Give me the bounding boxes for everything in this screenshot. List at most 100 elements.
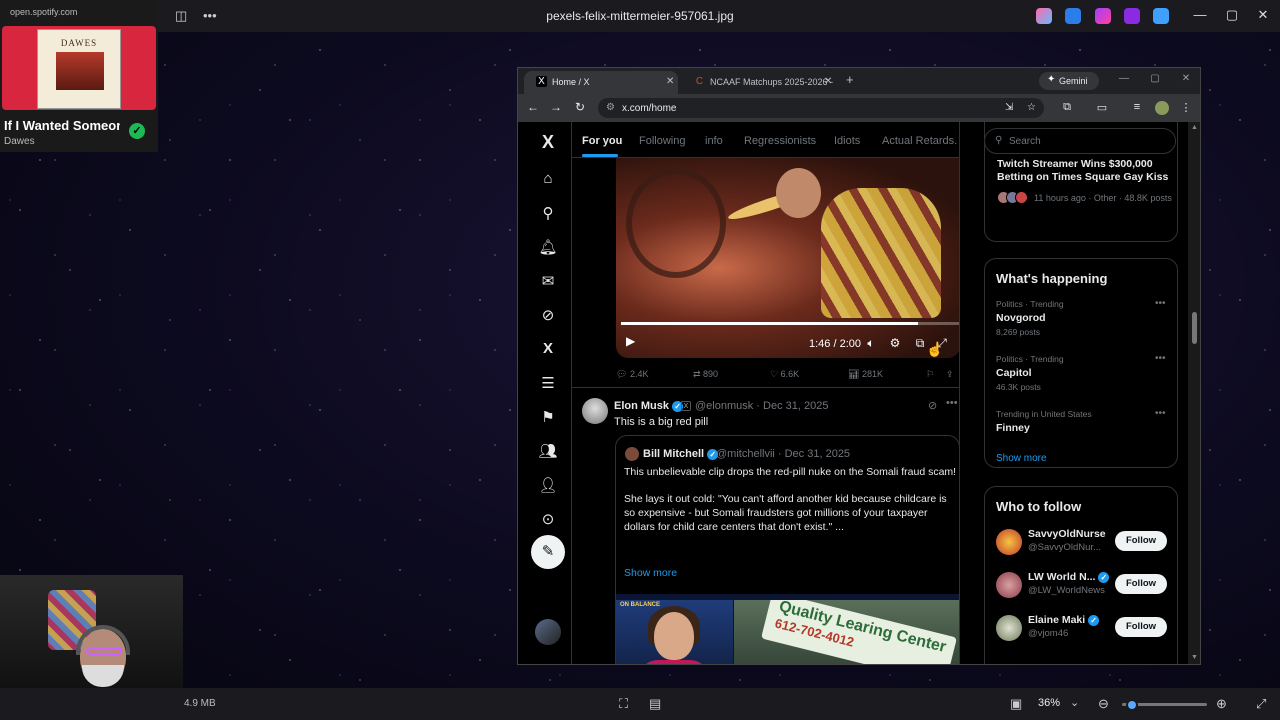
- quoted-tweet[interactable]: Bill Mitchell ✓ @mitchellvii · Dec 31, 2…: [615, 435, 959, 664]
- play-icon[interactable]: ▶: [626, 334, 635, 348]
- app-tray-icon[interactable]: [1095, 8, 1111, 24]
- actual-size-icon[interactable]: ▣: [1010, 696, 1022, 712]
- more-icon[interactable]: ⊙: [538, 510, 558, 528]
- address-bar[interactable]: ⚙ x.com/home ⇲ ☆: [598, 98, 1044, 118]
- follow-button[interactable]: Follow: [1115, 574, 1167, 594]
- home-icon[interactable]: ⌂: [538, 170, 558, 187]
- app-tray-icon[interactable]: [1153, 8, 1169, 24]
- volume-icon[interactable]: 🔈︎: [863, 336, 879, 351]
- forward-icon[interactable]: →: [548, 100, 564, 114]
- quote-video[interactable]: ON BALANCE Quality Learing Center 612-70…: [616, 594, 959, 664]
- tab-info[interactable]: info: [705, 135, 723, 147]
- search-icon[interactable]: ⚲: [538, 204, 558, 222]
- show-more-trends-link[interactable]: Show more: [996, 453, 1047, 464]
- repost-button[interactable]: ⇄ 890: [693, 369, 718, 380]
- trend-more-icon[interactable]: •••: [1155, 353, 1166, 364]
- saved-check-icon[interactable]: ✓: [129, 123, 145, 139]
- grok-explain-icon[interactable]: ⊘: [928, 399, 937, 412]
- scroll-down-arrow-icon[interactable]: ▼: [1191, 654, 1198, 661]
- gemini-button[interactable]: ✦ Gemini: [1039, 72, 1099, 90]
- follow-name-row[interactable]: Elaine Maki ✓: [1028, 614, 1100, 626]
- author-handle-date[interactable]: @elonmusk · Dec 31, 2025: [695, 400, 828, 412]
- reply-button[interactable]: 💬︎ 2.4K: [616, 369, 648, 380]
- browser-maximize-icon[interactable]: ▢: [1147, 73, 1163, 84]
- back-icon[interactable]: ←: [525, 100, 541, 114]
- tab-ncaaf[interactable]: C NCAAF Matchups 2025-2026 - ✕: [682, 71, 836, 94]
- profile-icon[interactable]: 👤︎: [538, 476, 558, 494]
- scroll-up-arrow-icon[interactable]: ▲: [1191, 124, 1198, 131]
- bookmark-star-icon[interactable]: ☆: [1027, 102, 1036, 113]
- tab-following[interactable]: Following: [639, 135, 685, 147]
- install-app-icon[interactable]: ⇲: [1005, 102, 1013, 113]
- compose-post-button[interactable]: ✎: [531, 535, 565, 569]
- close-icon[interactable]: ✕: [1253, 7, 1273, 23]
- follow-avatar[interactable]: [996, 615, 1022, 641]
- browser-menu-icon[interactable]: ⋮: [1178, 101, 1194, 114]
- tweet-more-icon[interactable]: •••: [946, 397, 958, 409]
- author-name[interactable]: Elon Musk ✓: [614, 400, 684, 412]
- views-button[interactable]: 📊︎ 281K: [848, 369, 883, 380]
- app-tray-icon[interactable]: [1124, 8, 1140, 24]
- browser-minimize-icon[interactable]: —: [1116, 73, 1132, 84]
- video-player[interactable]: ▶ 1:46 / 2:00 🔈︎ ⚙ ⧉ ⤢: [616, 158, 959, 358]
- trend-more-icon[interactable]: •••: [1155, 408, 1166, 419]
- bookmarks-icon[interactable]: ⚑: [538, 408, 558, 426]
- tab-close-icon[interactable]: ✕: [666, 76, 674, 87]
- trend-name[interactable]: Novgorod: [996, 312, 1046, 324]
- follow-avatar[interactable]: [996, 572, 1022, 598]
- zoom-out-icon[interactable]: ⊖: [1098, 696, 1109, 712]
- spotify-mini-player[interactable]: open.spotify.com DAWES If I Wanted Someo…: [0, 0, 158, 152]
- url-text[interactable]: x.com/home: [622, 103, 676, 114]
- tab-regressionists[interactable]: Regressionists: [744, 135, 816, 147]
- copilot-icon[interactable]: [1036, 8, 1052, 24]
- zoom-dropdown-icon[interactable]: ⌄: [1070, 696, 1079, 709]
- tab-actual-retards[interactable]: Actual Retards.: [882, 135, 957, 147]
- minimize-icon[interactable]: —: [1190, 7, 1210, 22]
- account-avatar[interactable]: [535, 619, 561, 645]
- new-tab-button[interactable]: +: [846, 72, 854, 87]
- communities-icon[interactable]: 👥︎: [538, 442, 558, 460]
- trend-headline[interactable]: Twitch Streamer Wins $300,000 Betting on…: [997, 158, 1172, 184]
- extensions-icon[interactable]: ⧉: [1059, 101, 1075, 114]
- reload-icon[interactable]: ↻: [572, 100, 588, 114]
- follow-button[interactable]: Follow: [1115, 617, 1167, 637]
- follow-name-row[interactable]: LW World N... ✓: [1028, 571, 1110, 583]
- search-input[interactable]: ⚲ Search: [984, 128, 1176, 154]
- lists-icon[interactable]: ☰: [538, 374, 558, 392]
- sidebar-panel-icon[interactable]: ▭: [1094, 101, 1110, 114]
- tab-for-you[interactable]: For you: [582, 135, 622, 147]
- site-info-icon[interactable]: ⚙: [606, 102, 615, 113]
- video-progress-bar[interactable]: [621, 322, 959, 325]
- reading-list-icon[interactable]: ≡: [1129, 101, 1145, 113]
- fit-to-window-icon[interactable]: ⛶: [619, 696, 628, 712]
- scrollbar-thumb[interactable]: [1192, 312, 1197, 344]
- show-more-link[interactable]: Show more: [624, 567, 677, 579]
- tab-idiots[interactable]: Idiots: [834, 135, 860, 147]
- settings-gear-icon[interactable]: ⚙: [887, 336, 903, 350]
- tab-close-icon[interactable]: ✕: [824, 76, 832, 87]
- zoom-level[interactable]: 36%: [1038, 697, 1060, 709]
- bookmark-icon[interactable]: ⚐: [926, 369, 934, 380]
- trend-more-icon[interactable]: •••: [1155, 298, 1166, 309]
- follow-button[interactable]: Follow: [1115, 531, 1167, 551]
- grok-icon[interactable]: ⊘: [538, 306, 558, 324]
- follow-name[interactable]: SavvyOldNurse: [1028, 528, 1106, 540]
- image-info-icon[interactable]: ▤: [649, 696, 661, 712]
- tweet[interactable]: Elon Musk ✓ X @elonmusk · Dec 31, 2025 ⊘…: [572, 387, 959, 664]
- maximize-icon[interactable]: ▢: [1222, 7, 1242, 23]
- profile-avatar[interactable]: [1155, 101, 1169, 115]
- page-scrollbar[interactable]: [1188, 122, 1200, 664]
- like-button[interactable]: ♡ 6.6K: [770, 369, 799, 380]
- trend-name[interactable]: Capitol: [996, 367, 1032, 379]
- x-logo-icon[interactable]: X: [538, 132, 558, 153]
- zoom-in-icon[interactable]: ⊕: [1216, 696, 1227, 712]
- premium-x-icon[interactable]: X: [538, 340, 558, 357]
- browser-close-icon[interactable]: ✕: [1178, 73, 1194, 84]
- share-icon[interactable]: ⇪: [946, 369, 954, 380]
- expand-icon[interactable]: ⤢: [1256, 696, 1266, 712]
- app-tray-icon[interactable]: [1065, 8, 1081, 24]
- notifications-icon[interactable]: 🔔︎: [538, 238, 558, 256]
- tab-home-x[interactable]: X Home / X ✕: [524, 71, 678, 94]
- messages-icon[interactable]: ✉: [538, 272, 558, 290]
- follow-avatar[interactable]: [996, 529, 1022, 555]
